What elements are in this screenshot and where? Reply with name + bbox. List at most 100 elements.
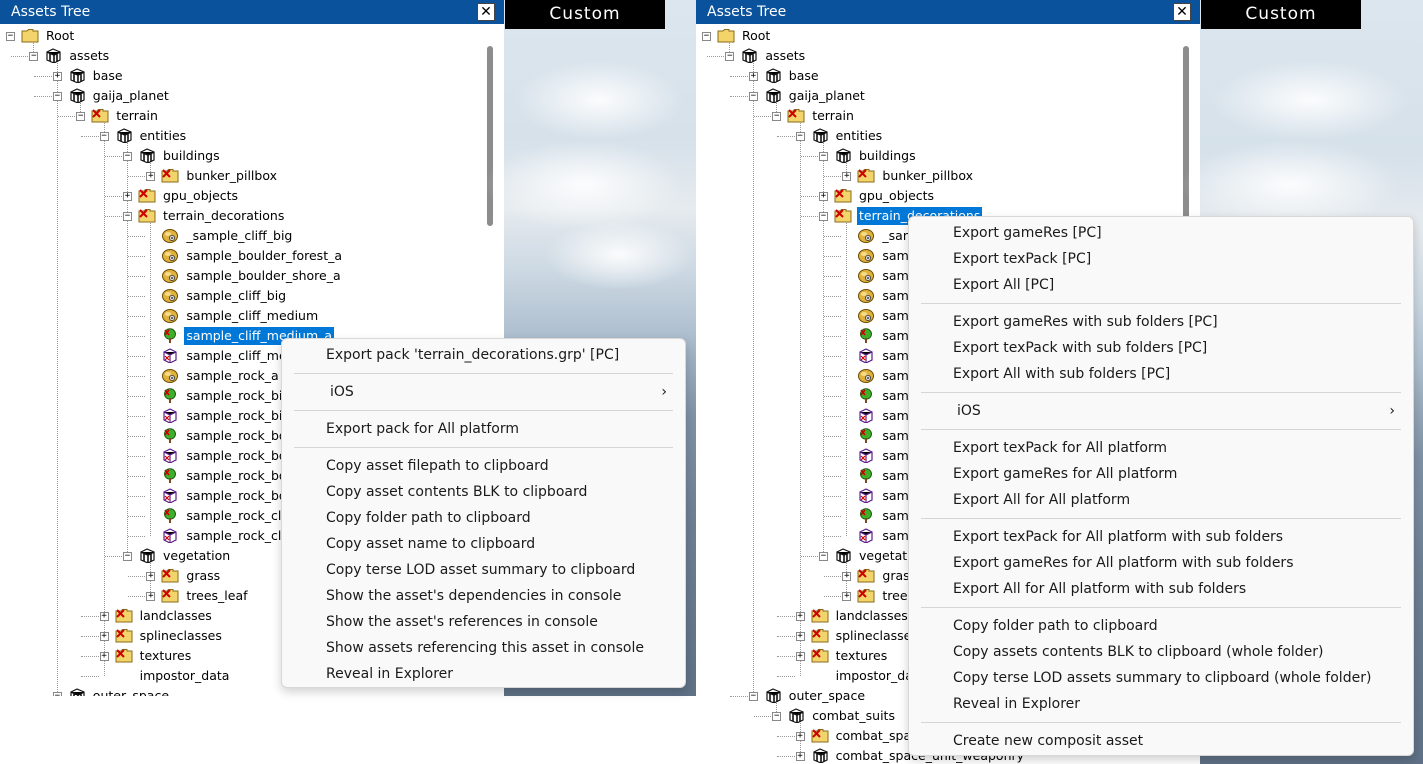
expand-toggle-icon[interactable]: +: [819, 192, 828, 201]
menu-item[interactable]: Export texPack for All platform with sub…: [909, 524, 1413, 550]
menu-item[interactable]: Export pack 'terrain_decorations.grp' [P…: [282, 342, 685, 368]
collapse-toggle-icon[interactable]: −: [702, 32, 711, 41]
menu-item[interactable]: Create new composit asset: [909, 728, 1413, 754]
menu-item[interactable]: Copy assets contents BLK to clipboard (w…: [909, 639, 1413, 665]
expand-toggle-icon[interactable]: +: [146, 572, 156, 581]
expand-toggle-icon[interactable]: +: [123, 192, 132, 201]
close-button[interactable]: ✕: [477, 3, 495, 21]
expand-toggle-icon[interactable]: +: [52, 72, 62, 81]
collapse-toggle-icon[interactable]: −: [52, 692, 62, 696]
collapse-toggle-icon[interactable]: −: [725, 52, 735, 61]
tree-node[interactable]: − terrain_decorations: [0, 206, 480, 226]
menu-item[interactable]: Export All [PC]: [909, 272, 1413, 298]
menu-item[interactable]: Reveal in Explorer: [282, 661, 685, 687]
menu-item[interactable]: Copy terse LOD assets summary to clipboa…: [909, 665, 1413, 691]
tree-node[interactable]: sample_boulder_forest_a: [0, 246, 480, 266]
tree-node[interactable]: − Root: [696, 26, 1176, 46]
collapse-toggle-icon[interactable]: −: [748, 692, 758, 701]
tree-node[interactable]: − buildings: [696, 146, 1176, 166]
tree-node[interactable]: − assets: [696, 46, 1176, 66]
no-icon: [115, 668, 133, 683]
tree-node[interactable]: − terrain: [696, 106, 1176, 126]
collapse-toggle-icon[interactable]: −: [99, 132, 109, 141]
menu-item[interactable]: Export gameRes for All platform with sub…: [909, 550, 1413, 576]
tree-node[interactable]: _sample_cliff_big: [0, 226, 480, 246]
tree-node[interactable]: − entities: [696, 126, 1176, 146]
menu-item[interactable]: Export texPack with sub folders [PC]: [909, 335, 1413, 361]
expand-toggle-icon[interactable]: +: [99, 612, 109, 621]
menu-item[interactable]: Export gameRes with sub folders [PC]: [909, 309, 1413, 335]
collapse-toggle-icon[interactable]: −: [819, 552, 828, 561]
expand-toggle-icon[interactable]: +: [795, 752, 805, 761]
close-button[interactable]: ✕: [1173, 3, 1191, 21]
menu-item[interactable]: Export All with sub folders [PC]: [909, 361, 1413, 387]
collapse-toggle-icon[interactable]: −: [123, 152, 132, 161]
collapse-toggle-icon[interactable]: −: [29, 52, 39, 61]
menu-item[interactable]: Copy asset name to clipboard: [282, 531, 685, 557]
menu-item[interactable]: Export texPack [PC]: [909, 246, 1413, 272]
collapse-toggle-icon[interactable]: −: [772, 112, 782, 121]
menu-item[interactable]: Copy asset filepath to clipboard: [282, 453, 685, 479]
expand-toggle-icon[interactable]: +: [795, 652, 805, 661]
expand-toggle-icon[interactable]: +: [99, 652, 109, 661]
menu-item[interactable]: iOS ›: [909, 398, 1413, 424]
tree-node[interactable]: − gaija_planet: [0, 86, 480, 106]
tree-node[interactable]: + bunker_pillbox: [696, 166, 1176, 186]
expand-toggle-icon[interactable]: +: [842, 572, 852, 581]
menu-item[interactable]: Copy folder path to clipboard: [909, 613, 1413, 639]
menu-item[interactable]: Show the asset's dependencies in console: [282, 583, 685, 609]
expand-toggle-icon[interactable]: +: [146, 172, 156, 181]
tree-node[interactable]: − assets: [0, 46, 480, 66]
menu-item-label: Copy asset contents BLK to clipboard: [326, 484, 588, 500]
tree-node-label: _sample_cliff_big: [186, 228, 293, 243]
expand-toggle-icon[interactable]: +: [795, 612, 805, 621]
tree-node[interactable]: − gaija_planet: [696, 86, 1176, 106]
chevron-right-icon: ›: [1389, 403, 1395, 419]
expand-toggle-icon[interactable]: +: [795, 732, 805, 741]
menu-item-label: Copy folder path to clipboard: [326, 510, 531, 526]
collapse-toggle-icon[interactable]: −: [819, 152, 828, 161]
tree-node[interactable]: + gpu_objects: [696, 186, 1176, 206]
tree-node[interactable]: − Root: [0, 26, 480, 46]
menu-item[interactable]: Export gameRes [PC]: [909, 220, 1413, 246]
tree-node[interactable]: + base: [696, 66, 1176, 86]
expand-toggle-icon[interactable]: +: [842, 172, 852, 181]
collapse-toggle-icon[interactable]: −: [772, 712, 782, 721]
menu-item[interactable]: Copy terse LOD asset summary to clipboar…: [282, 557, 685, 583]
collapse-toggle-icon[interactable]: −: [748, 92, 758, 101]
menu-item[interactable]: Export texPack for All platform: [909, 435, 1413, 461]
menu-item[interactable]: Export All for All platform: [909, 487, 1413, 513]
tree-node[interactable]: − buildings: [0, 146, 480, 166]
collapse-toggle-icon[interactable]: −: [6, 32, 15, 41]
expand-toggle-icon[interactable]: +: [146, 592, 156, 601]
menu-item[interactable]: iOS ›: [282, 379, 685, 405]
collapse-toggle-icon[interactable]: −: [52, 92, 62, 101]
menu-item[interactable]: Copy folder path to clipboard: [282, 505, 685, 531]
menu-item[interactable]: Show the asset's references in console: [282, 609, 685, 635]
collapse-toggle-icon[interactable]: −: [76, 112, 86, 121]
expand-toggle-icon[interactable]: +: [99, 632, 109, 641]
collapse-toggle-icon[interactable]: −: [795, 132, 805, 141]
expand-toggle-icon[interactable]: +: [748, 72, 758, 81]
collapse-toggle-icon[interactable]: −: [123, 212, 132, 221]
tree-node[interactable]: sample_boulder_shore_a: [0, 266, 480, 286]
menu-separator: [294, 447, 673, 448]
tree-node[interactable]: + gpu_objects: [0, 186, 480, 206]
expand-toggle-icon[interactable]: +: [795, 632, 805, 641]
collapse-toggle-icon[interactable]: −: [819, 212, 828, 221]
collapse-toggle-icon[interactable]: −: [123, 552, 132, 561]
tree-node[interactable]: + bunker_pillbox: [0, 166, 480, 186]
menu-item[interactable]: Export All for All platform with sub fol…: [909, 576, 1413, 602]
menu-item[interactable]: Copy asset contents BLK to clipboard: [282, 479, 685, 505]
menu-item[interactable]: Show assets referencing this asset in co…: [282, 635, 685, 661]
menu-item[interactable]: Export pack for All platform: [282, 416, 685, 442]
menu-item[interactable]: Export gameRes for All platform: [909, 461, 1413, 487]
menu-item[interactable]: Reveal in Explorer: [909, 691, 1413, 717]
model-asset-icon: [857, 528, 875, 544]
tree-node[interactable]: + base: [0, 66, 480, 86]
tree-node[interactable]: − terrain: [0, 106, 480, 126]
tree-node[interactable]: sample_cliff_medium: [0, 306, 480, 326]
tree-node[interactable]: sample_cliff_big: [0, 286, 480, 306]
expand-toggle-icon[interactable]: +: [842, 592, 852, 601]
tree-node[interactable]: − entities: [0, 126, 480, 146]
